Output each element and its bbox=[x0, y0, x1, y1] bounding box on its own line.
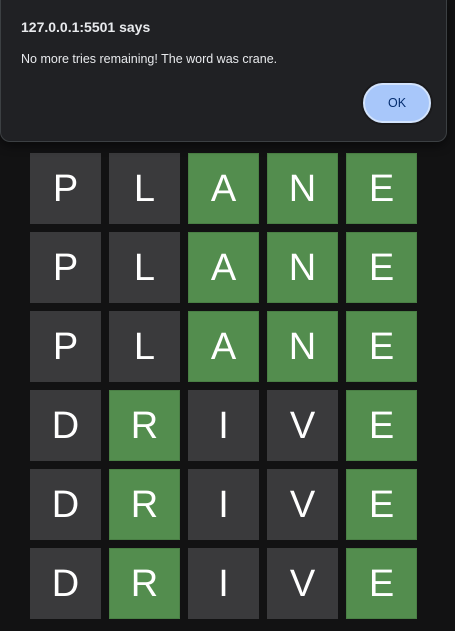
letter-tile: R bbox=[109, 548, 180, 619]
guess-row: P L A N E bbox=[30, 232, 418, 303]
letter-tile: P bbox=[30, 153, 101, 224]
letter-tile: V bbox=[267, 390, 338, 461]
letter-tile: A bbox=[188, 232, 259, 303]
game-board: P L A N E P L A N E P L A N E D R I V E bbox=[30, 153, 418, 627]
letter-tile: E bbox=[346, 232, 417, 303]
letter-tile: N bbox=[267, 232, 338, 303]
letter-tile: E bbox=[346, 311, 417, 382]
letter-tile: P bbox=[30, 311, 101, 382]
letter-tile: E bbox=[346, 469, 417, 540]
guess-row: D R I V E bbox=[30, 548, 418, 619]
letter-tile: E bbox=[346, 390, 417, 461]
guess-row: D R I V E bbox=[30, 469, 418, 540]
letter-tile: I bbox=[188, 548, 259, 619]
dialog-message: No more tries remaining! The word was cr… bbox=[21, 52, 278, 66]
letter-tile: N bbox=[267, 311, 338, 382]
letter-tile: A bbox=[188, 153, 259, 224]
letter-tile: R bbox=[109, 469, 180, 540]
letter-tile: V bbox=[267, 469, 338, 540]
letter-tile: L bbox=[109, 232, 180, 303]
letter-tile: L bbox=[109, 153, 180, 224]
letter-tile: D bbox=[30, 390, 101, 461]
letter-tile: D bbox=[30, 469, 101, 540]
letter-tile: I bbox=[188, 390, 259, 461]
guess-row: D R I V E bbox=[30, 390, 418, 461]
letter-tile: I bbox=[188, 469, 259, 540]
letter-tile: V bbox=[267, 548, 338, 619]
game-page: P L A N E P L A N E P L A N E D R I V E bbox=[0, 0, 455, 631]
letter-tile: D bbox=[30, 548, 101, 619]
letter-tile: E bbox=[346, 548, 417, 619]
guess-row: P L A N E bbox=[30, 153, 418, 224]
ok-button[interactable]: OK bbox=[363, 83, 431, 123]
letter-tile: R bbox=[109, 390, 180, 461]
alert-dialog: 127.0.0.1:5501 says No more tries remain… bbox=[0, 0, 447, 142]
letter-tile: E bbox=[346, 153, 417, 224]
letter-tile: L bbox=[109, 311, 180, 382]
dialog-title: 127.0.0.1:5501 says bbox=[21, 19, 151, 35]
letter-tile: N bbox=[267, 153, 338, 224]
guess-row: P L A N E bbox=[30, 311, 418, 382]
letter-tile: A bbox=[188, 311, 259, 382]
letter-tile: P bbox=[30, 232, 101, 303]
